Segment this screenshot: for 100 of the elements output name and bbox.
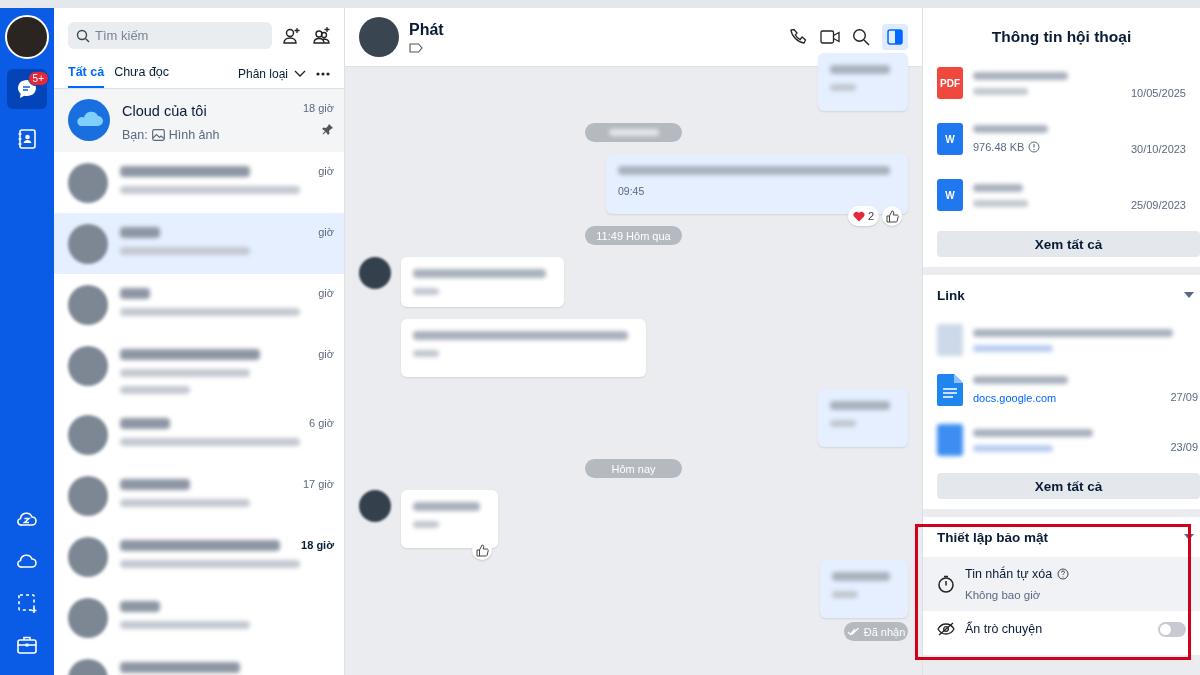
heart-icon <box>852 210 865 222</box>
video-call-icon[interactable] <box>820 29 840 45</box>
caret-down-icon[interactable] <box>1184 292 1194 298</box>
more-icon[interactable] <box>316 71 330 76</box>
redacted-text-bar <box>413 288 439 295</box>
message-preview: Hình ảnh <box>168 128 220 142</box>
view-all-button[interactable]: Xem tất cả <box>937 231 1200 257</box>
profile-avatar[interactable] <box>5 15 49 59</box>
word-file-icon: W <box>937 123 963 155</box>
redacted-text-bar <box>413 350 439 357</box>
conversation-item[interactable]: Cloud của tôi Bạn: Hình ảnh 18 giờ <box>54 89 344 152</box>
section-title: Thiết lập bảo mật <box>937 529 1048 545</box>
setting-label: Ẩn trò chuyện <box>965 622 1043 636</box>
timestamp: giờ <box>318 348 334 360</box>
tag-icon[interactable] <box>409 43 423 53</box>
reaction-count[interactable]: 2 <box>847 206 879 226</box>
timestamp: giờ <box>318 226 334 238</box>
redacted-text-bar <box>120 288 150 299</box>
search-icon <box>76 29 90 43</box>
redacted-text-bar <box>973 199 1028 207</box>
phone-icon[interactable] <box>790 28 808 46</box>
preview-sender: Bạn: <box>122 128 148 142</box>
like-button[interactable] <box>882 206 902 226</box>
redacted-text-bar <box>832 572 890 581</box>
messages-tab[interactable]: 5+ <box>7 69 47 109</box>
redacted-text-bar <box>830 420 856 427</box>
view-all-button[interactable]: Xem tất cả <box>937 473 1200 499</box>
search-icon[interactable] <box>852 28 870 46</box>
create-group-icon[interactable] <box>312 25 332 46</box>
category-dropdown[interactable]: Phân loại <box>237 66 306 81</box>
toggle-panel-button[interactable] <box>882 24 908 50</box>
info-icon <box>1028 141 1041 153</box>
file-item[interactable]: PDF 10/05/2025 <box>923 55 1200 111</box>
section-title: Link <box>937 287 965 303</box>
link-domain: docs.google.com <box>973 392 1058 404</box>
conversation-item[interactable]: 18 giờ <box>54 526 344 587</box>
message-time: 09:45 <box>618 185 646 197</box>
unread-badge: 5+ <box>27 71 49 86</box>
sidebar-panel-icon <box>887 29 903 45</box>
conversation-item[interactable]: giờ <box>54 213 344 274</box>
avatar <box>68 598 108 638</box>
contact-avatar[interactable] <box>359 17 399 57</box>
filter-tab[interactable]: Chưa đọc <box>114 59 170 88</box>
link-item[interactable]: docs.google.com 27/09 <box>923 365 1200 415</box>
sender-avatar <box>359 257 391 289</box>
redacted-text-bar <box>973 87 1028 95</box>
setting-value: Không bao giờ <box>965 589 1042 601</box>
timestamp: 6 giờ <box>309 417 334 429</box>
eye-slash-icon <box>937 622 955 636</box>
auto-delete-setting[interactable]: Tin nhắn tự xóa Không bao giờ <box>923 557 1200 611</box>
redacted-text-bar <box>608 129 659 136</box>
file-item[interactable]: W 25/09/2023 <box>923 167 1200 223</box>
file-size: 976.48 KB <box>973 141 1025 153</box>
conversation-item[interactable]: 17 giờ <box>54 465 344 526</box>
thumbs-up-icon <box>885 209 899 223</box>
avatar <box>68 346 108 386</box>
pdf-file-icon: PDF <box>937 67 963 99</box>
screen-capture-icon[interactable] <box>15 591 39 615</box>
redacted-text-bar <box>120 479 190 490</box>
avatar <box>68 163 108 203</box>
like-button[interactable] <box>472 540 492 560</box>
search-field[interactable]: Tìm kiếm <box>68 22 272 49</box>
setting-label: Tin nhắn tự xóa <box>965 567 1053 581</box>
redacted-text-bar <box>120 227 160 238</box>
conversation-item[interactable]: giờ <box>54 335 344 404</box>
conversation-name: Cloud của tôi <box>122 103 208 119</box>
redacted-text-bar <box>830 401 890 410</box>
link-item[interactable]: 23/09 <box>923 415 1200 465</box>
conversation-item[interactable]: 6 giờ <box>54 404 344 465</box>
toggle-switch[interactable] <box>1158 621 1186 637</box>
timestamp: 18 giờ <box>301 539 334 551</box>
stopwatch-icon <box>937 575 955 593</box>
double-check-icon <box>846 627 860 636</box>
contact-name: Phát <box>409 21 444 39</box>
timestamp: giờ <box>318 165 334 177</box>
redacted-text-bar <box>120 601 160 612</box>
redacted-text-bar <box>830 65 890 74</box>
file-item[interactable]: W 976.48 KB 30/10/2023 <box>923 111 1200 167</box>
document-icon <box>937 374 963 406</box>
redacted-text-bar <box>120 418 170 429</box>
conversation-item[interactable]: giờ <box>54 274 344 335</box>
word-file-icon: W <box>937 179 963 211</box>
date-separator: Hôm nay <box>585 459 682 478</box>
avatar <box>68 476 108 516</box>
link-thumbnail <box>937 324 963 356</box>
conversation-item[interactable]: giờ <box>54 152 344 213</box>
panel-title: Thông tin hội thoại <box>991 28 1132 46</box>
redacted-text-bar <box>832 591 858 598</box>
chevron-down-icon <box>294 69 306 78</box>
timestamp: 17 giờ <box>302 478 334 490</box>
caret-down-icon[interactable] <box>1184 534 1194 540</box>
contact-book-icon <box>16 128 38 150</box>
help-icon <box>1057 568 1070 580</box>
redacted-text-bar <box>830 84 856 91</box>
avatar <box>68 285 108 325</box>
redacted-text-bar <box>413 521 439 528</box>
redacted-text-bar <box>120 386 190 394</box>
add-friend-icon[interactable] <box>282 25 302 46</box>
file-date: 25/09/2023 <box>1130 199 1186 213</box>
redacted-text-bar <box>973 183 1023 192</box>
